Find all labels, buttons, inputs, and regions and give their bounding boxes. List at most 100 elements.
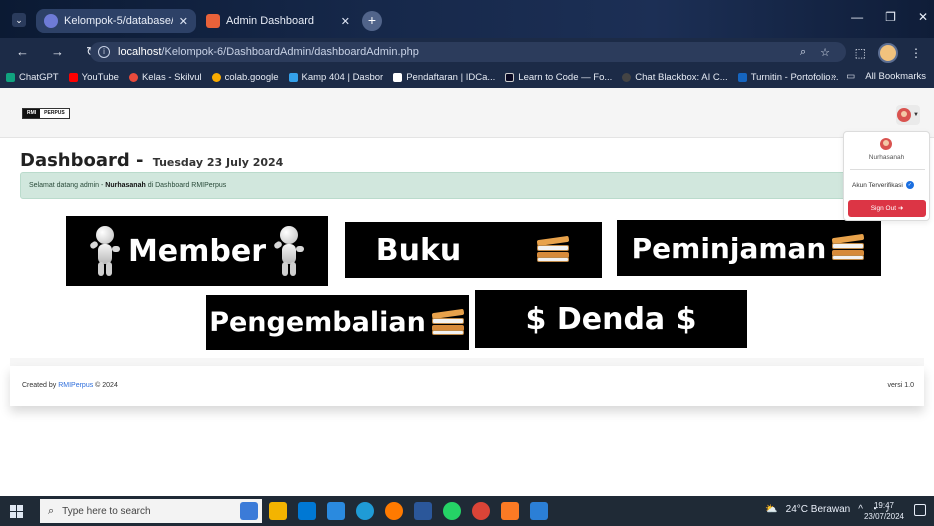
word-icon[interactable] bbox=[414, 502, 432, 520]
divider bbox=[850, 169, 925, 170]
url-input[interactable]: i localhost/Kelompok-6/DashboardAdmin/da… bbox=[90, 42, 846, 62]
pendaftaran-icon bbox=[393, 72, 403, 82]
task-view-icon[interactable] bbox=[240, 502, 258, 520]
buku-tile[interactable]: Buku bbox=[345, 222, 602, 278]
tab-github[interactable]: Kelompok-5/database/perpusta ✕ bbox=[36, 9, 196, 33]
restore-icon[interactable]: ❐ bbox=[885, 10, 896, 24]
bookmark-turnitin[interactable]: Turnitin - Portofolio... bbox=[737, 71, 839, 83]
alert-username: Nurhasanah bbox=[105, 182, 146, 189]
footer-prefix: Created by bbox=[22, 382, 57, 389]
user-menu-button[interactable]: ▼ bbox=[896, 105, 920, 125]
person-figure-icon bbox=[88, 226, 120, 276]
minimize-icon[interactable]: — bbox=[851, 10, 863, 24]
books-icon bbox=[537, 235, 571, 262]
pengembalian-tile[interactable]: Pengembalian bbox=[206, 295, 469, 350]
freecodecamp-icon bbox=[505, 72, 515, 82]
file-explorer-icon[interactable] bbox=[269, 502, 287, 520]
xampp-icon[interactable] bbox=[501, 502, 519, 520]
notification-icon[interactable] bbox=[914, 504, 926, 516]
site-favicon-icon bbox=[206, 14, 220, 28]
close-icon[interactable]: ✕ bbox=[341, 15, 350, 28]
all-bookmarks-link[interactable]: All Bookmarks bbox=[865, 71, 926, 82]
store-icon[interactable] bbox=[298, 502, 316, 520]
footer-version: versi 1.0 bbox=[887, 382, 914, 389]
alert-prefix: Selamat datang admin - bbox=[29, 182, 104, 189]
profile-avatar[interactable] bbox=[878, 43, 898, 63]
blackbox-icon bbox=[622, 72, 632, 82]
edge-icon[interactable] bbox=[356, 502, 374, 520]
logo-text-left: RMI bbox=[23, 109, 41, 118]
search-icon: ⌕ bbox=[48, 504, 55, 517]
footer-credit: Created by RMIPerpus © 2024 bbox=[22, 382, 118, 389]
extensions-icon[interactable]: ⬚ bbox=[855, 46, 866, 60]
site-info-icon[interactable]: i bbox=[98, 46, 110, 58]
omnibox-actions: ⌕ ☆ bbox=[800, 46, 830, 59]
taskbar-apps bbox=[240, 502, 548, 520]
sign-out-button[interactable]: Sign Out ➜ bbox=[848, 200, 926, 217]
tab-title: Admin Dashboard bbox=[226, 15, 315, 27]
denda-tile[interactable]: $ Denda $ bbox=[475, 290, 747, 348]
verified-status: Akun Terverifikasi ✓ bbox=[852, 181, 914, 189]
kamp404-icon bbox=[288, 72, 298, 82]
avatar bbox=[880, 138, 892, 150]
bookmark-youtube[interactable]: YouTube bbox=[68, 71, 119, 83]
alert-suffix: di Dashboard RMIPerpus bbox=[147, 182, 227, 189]
member-tile[interactable]: Member bbox=[66, 216, 328, 286]
more-bookmarks-button[interactable]: » bbox=[831, 71, 836, 82]
mail-icon[interactable] bbox=[327, 502, 345, 520]
close-window-icon[interactable]: ✕ bbox=[918, 10, 928, 24]
footer-link[interactable]: RMIPerpus bbox=[58, 382, 93, 389]
tab-admin-dashboard[interactable]: Admin Dashboard ✕ bbox=[198, 9, 358, 33]
whatsapp-icon[interactable] bbox=[443, 502, 461, 520]
bookmark-star-icon[interactable]: ☆ bbox=[820, 46, 830, 59]
windows-start-icon[interactable] bbox=[10, 505, 23, 518]
vscode-icon[interactable] bbox=[530, 502, 548, 520]
page-title: Dashboard - Tuesday 23 July 2024 bbox=[20, 150, 284, 171]
tray-chevron-icon[interactable]: ^ bbox=[858, 504, 863, 515]
footer-divider bbox=[10, 358, 924, 366]
person-figure-icon bbox=[273, 226, 305, 276]
books-icon bbox=[832, 233, 866, 260]
zoom-icon[interactable]: ⌕ bbox=[800, 46, 806, 59]
forward-icon[interactable]: → bbox=[51, 44, 64, 60]
member-tile-label: Member bbox=[127, 233, 267, 269]
bookmark-label: Kamp 404 | Dasbor bbox=[301, 71, 384, 83]
sign-out-icon: ➜ bbox=[897, 205, 904, 212]
bookmark-label: YouTube bbox=[81, 71, 119, 83]
denda-tile-label: $ Denda $ bbox=[525, 301, 697, 337]
colab-icon bbox=[211, 72, 221, 82]
books-icon bbox=[431, 308, 466, 335]
bookmark-chatgpt[interactable]: ChatGPT bbox=[6, 72, 59, 83]
weather-text[interactable]: 24°C Berawan bbox=[786, 504, 851, 515]
bookmark-skilvul[interactable]: Kelas - Skilvul bbox=[128, 72, 202, 83]
bookmark-pendaftaran[interactable]: Pendaftaran | IDCa... bbox=[393, 72, 495, 83]
tab-title: Kelompok-5/database/perpusta bbox=[64, 15, 173, 27]
peminjaman-tile[interactable]: Peminjaman bbox=[617, 220, 881, 276]
clock-date: 23/07/2024 bbox=[863, 512, 904, 521]
github-icon bbox=[44, 14, 58, 28]
browser-tab-bar: ⌄ Kelompok-5/database/perpusta ✕ Admin D… bbox=[0, 0, 934, 38]
brand-logo[interactable]: RMI PERPUS bbox=[22, 108, 70, 119]
verified-check-icon: ✓ bbox=[905, 181, 914, 189]
buku-tile-label: Buku bbox=[375, 232, 462, 268]
folder-icon: ▭ bbox=[846, 71, 856, 82]
bookmark-kamp404[interactable]: Kamp 404 | Dasbor bbox=[288, 71, 384, 83]
firefox-icon[interactable] bbox=[385, 502, 403, 520]
close-icon[interactable]: ✕ bbox=[179, 15, 188, 28]
back-icon[interactable]: ← bbox=[16, 44, 29, 60]
bookmark-blackbox[interactable]: Chat Blackbox: AI C... bbox=[622, 72, 728, 83]
bookmark-label: Learn to Code — Fo... bbox=[518, 71, 613, 83]
new-tab-button[interactable]: + bbox=[362, 11, 382, 31]
verified-label: Akun Terverifikasi bbox=[852, 181, 903, 189]
peminjaman-tile-label: Peminjaman bbox=[631, 231, 827, 265]
nav-buttons: ← → ↻ bbox=[16, 44, 97, 60]
bookmark-freecodecamp[interactable]: Learn to Code — Fo... bbox=[505, 72, 612, 83]
bookmark-colab[interactable]: colab.google bbox=[211, 72, 279, 83]
taskbar-search-input[interactable]: ⌕ Type here to search bbox=[40, 499, 262, 523]
more-menu-icon[interactable]: ⋮ bbox=[910, 46, 922, 60]
tab-search-button[interactable]: ⌄ bbox=[12, 13, 26, 27]
bookmark-label: Turnitin - Portofolio... bbox=[750, 71, 839, 83]
welcome-alert: Selamat datang admin - Nurhasanah di Das… bbox=[20, 172, 914, 199]
chrome-icon[interactable] bbox=[472, 502, 490, 520]
taskbar-clock[interactable]: 19:47 23/07/2024 bbox=[864, 500, 904, 522]
